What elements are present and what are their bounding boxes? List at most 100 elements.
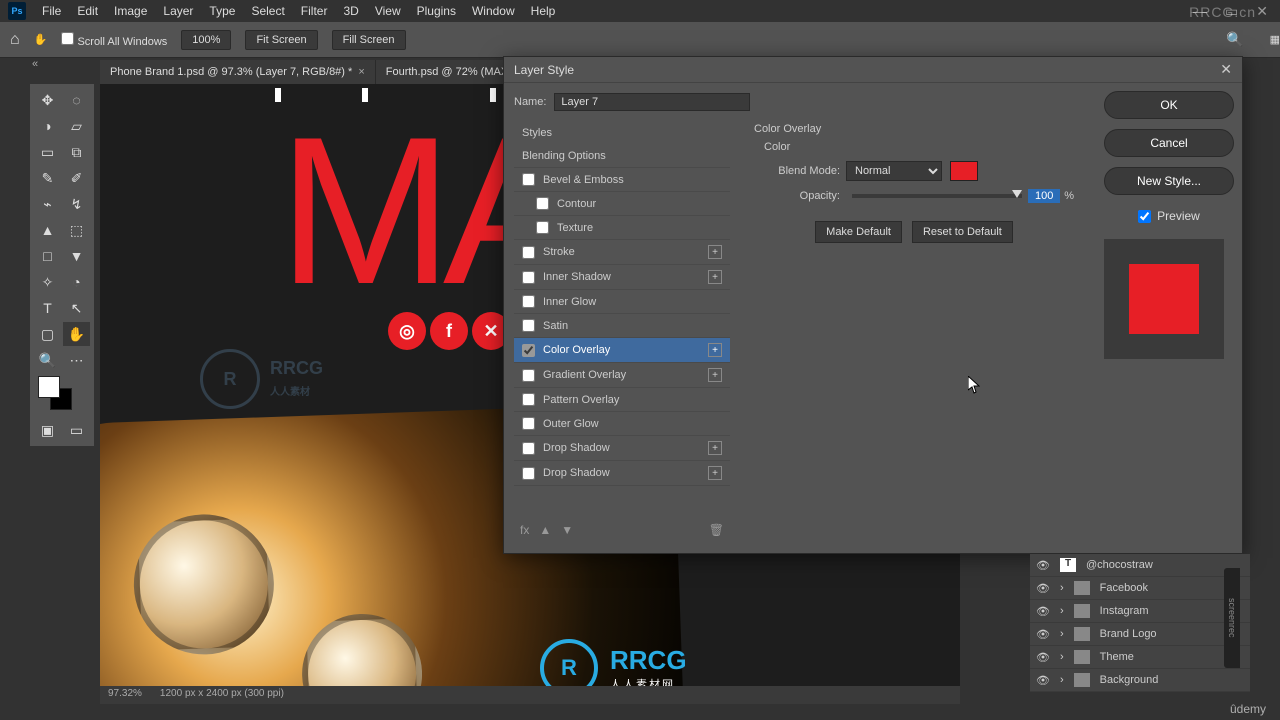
layer-row[interactable]: 👁›Instagram: [1030, 600, 1250, 623]
layer-row[interactable]: 👁›Background: [1030, 669, 1250, 692]
menu-layer[interactable]: Layer: [163, 4, 193, 18]
zoom-tool[interactable]: 🔍: [34, 348, 61, 372]
style-contour[interactable]: Contour: [514, 192, 730, 216]
window-close-icon[interactable]: ✕: [1256, 3, 1268, 20]
visibility-icon[interactable]: 👁: [1036, 628, 1050, 641]
add-effect-icon[interactable]: +: [708, 343, 722, 357]
hand-tool-icon[interactable]: ✋: [34, 33, 48, 46]
make-default-button[interactable]: Make Default: [815, 221, 902, 243]
layer-row[interactable]: 👁T@chocostraw: [1030, 554, 1250, 577]
delete-effect-icon[interactable]: 🗑: [709, 523, 724, 537]
workspace-icon[interactable]: ▦: [1270, 33, 1280, 46]
menu-file[interactable]: File: [42, 4, 61, 18]
foreground-color-swatch[interactable]: [38, 376, 60, 398]
visibility-icon[interactable]: 👁: [1036, 674, 1050, 687]
layer-row[interactable]: 👁›Theme: [1030, 646, 1250, 669]
eraser-tool[interactable]: ⬚: [63, 218, 90, 242]
style-color-overlay[interactable]: Color Overlay+: [514, 338, 730, 363]
cancel-button[interactable]: Cancel: [1104, 129, 1234, 157]
expand-panels-icon[interactable]: «: [32, 58, 38, 70]
type-tool[interactable]: T: [34, 296, 61, 320]
visibility-icon[interactable]: 👁: [1036, 559, 1050, 572]
add-effect-icon[interactable]: +: [708, 441, 722, 455]
layer-row[interactable]: 👁›Facebook: [1030, 577, 1250, 600]
chevron-right-icon[interactable]: ›: [1060, 674, 1064, 686]
menu-filter[interactable]: Filter: [301, 4, 328, 18]
visibility-icon[interactable]: 👁: [1036, 582, 1050, 595]
menu-help[interactable]: Help: [531, 4, 556, 18]
layer-name-input[interactable]: [554, 93, 750, 111]
style-pattern-overlay[interactable]: Pattern Overlay: [514, 388, 730, 412]
history-brush-tool[interactable]: ▲: [34, 218, 61, 242]
style-bevel-emboss[interactable]: Bevel & Emboss: [514, 168, 730, 192]
menu-image[interactable]: Image: [114, 4, 147, 18]
menu-3d[interactable]: 3D: [343, 4, 358, 18]
scroll-all-checkbox[interactable]: Scroll All Windows: [61, 32, 167, 48]
style-inner-shadow[interactable]: Inner Shadow+: [514, 265, 730, 290]
menu-view[interactable]: View: [375, 4, 401, 18]
chevron-right-icon[interactable]: ›: [1060, 651, 1064, 663]
style-drop-shadow[interactable]: Drop Shadow+: [514, 436, 730, 461]
style-texture[interactable]: Texture: [514, 216, 730, 240]
menu-type[interactable]: Type: [209, 4, 235, 18]
transform-handle[interactable]: [362, 88, 368, 102]
hand-tool[interactable]: ✋: [63, 322, 90, 346]
visibility-icon[interactable]: 👁: [1036, 605, 1050, 618]
fill-screen-button[interactable]: Fill Screen: [332, 30, 406, 50]
add-effect-icon[interactable]: +: [708, 466, 722, 480]
menu-window[interactable]: Window: [472, 4, 515, 18]
ok-button[interactable]: OK: [1104, 91, 1234, 119]
styles-header[interactable]: Styles: [514, 121, 730, 145]
style-inner-glow[interactable]: Inner Glow: [514, 290, 730, 314]
frame-tool[interactable]: ⧉: [63, 140, 90, 164]
eyedropper-tool[interactable]: ✎: [34, 166, 61, 190]
style-gradient-overlay[interactable]: Gradient Overlay+: [514, 363, 730, 388]
lasso-tool[interactable]: ◑: [34, 114, 61, 138]
menu-select[interactable]: Select: [251, 4, 284, 18]
crop-tool[interactable]: ▭: [34, 140, 61, 164]
rectangle-tool[interactable]: ▢: [34, 322, 61, 346]
overlay-color-swatch[interactable]: [950, 161, 978, 181]
transform-handle[interactable]: [275, 88, 281, 102]
blur-tool[interactable]: ▼: [63, 244, 90, 268]
dodge-tool[interactable]: ✧: [34, 270, 61, 294]
close-tab-icon[interactable]: ×: [358, 66, 364, 78]
fit-screen-button[interactable]: Fit Screen: [245, 30, 317, 50]
dialog-titlebar[interactable]: Layer Style ✕: [504, 57, 1242, 83]
zoom-value[interactable]: 100%: [181, 30, 231, 50]
add-effect-icon[interactable]: +: [708, 368, 722, 382]
new-style-button[interactable]: New Style...: [1104, 167, 1234, 195]
status-zoom[interactable]: 97.32%: [108, 688, 142, 702]
add-effect-icon[interactable]: +: [708, 245, 722, 259]
menu-edit[interactable]: Edit: [77, 4, 98, 18]
add-effect-icon[interactable]: +: [708, 270, 722, 284]
chevron-right-icon[interactable]: ›: [1060, 628, 1064, 640]
pen-tool[interactable]: ◔: [63, 270, 90, 294]
color-swatches[interactable]: [34, 374, 90, 416]
preview-checkbox[interactable]: Preview: [1104, 209, 1234, 223]
opacity-input[interactable]: [1028, 189, 1060, 203]
screen-mode-icon[interactable]: ▭: [63, 418, 90, 442]
move-down-icon[interactable]: ▼: [561, 523, 573, 537]
home-icon[interactable]: ⌂: [10, 31, 20, 49]
healing-tool[interactable]: ✐: [63, 166, 90, 190]
move-tool[interactable]: ✥: [34, 88, 61, 112]
fx-menu-icon[interactable]: fx: [520, 523, 529, 537]
chevron-right-icon[interactable]: ›: [1060, 605, 1064, 617]
brush-tool[interactable]: ⌁: [34, 192, 61, 216]
reset-default-button[interactable]: Reset to Default: [912, 221, 1013, 243]
menu-plugins[interactable]: Plugins: [417, 4, 456, 18]
clone-tool[interactable]: ↯: [63, 192, 90, 216]
slider-thumb-icon[interactable]: [1012, 190, 1022, 198]
layer-row[interactable]: 👁›Brand Logo: [1030, 623, 1250, 646]
dialog-close-icon[interactable]: ✕: [1220, 61, 1232, 78]
visibility-icon[interactable]: 👁: [1036, 651, 1050, 664]
more-tools[interactable]: ⋯: [63, 348, 90, 372]
opacity-slider[interactable]: [852, 194, 1022, 198]
chevron-right-icon[interactable]: ›: [1060, 582, 1064, 594]
transform-handle[interactable]: [490, 88, 496, 102]
style-stroke[interactable]: Stroke+: [514, 240, 730, 265]
style-satin[interactable]: Satin: [514, 314, 730, 338]
doc-tab-active[interactable]: Phone Brand 1.psd @ 97.3% (Layer 7, RGB/…: [100, 60, 376, 84]
quick-select-tool[interactable]: ▱: [63, 114, 90, 138]
